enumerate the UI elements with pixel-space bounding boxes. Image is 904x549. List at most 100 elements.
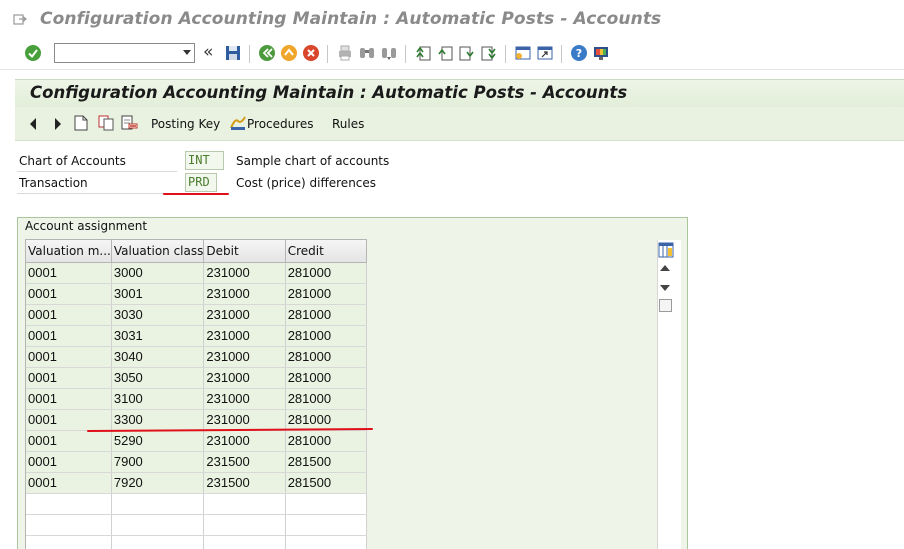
- layout-icon[interactable]: [592, 44, 610, 62]
- column-header-valuation-class[interactable]: Valuation class: [111, 240, 205, 263]
- debit-cell[interactable]: 231000: [203, 304, 286, 326]
- empty-table-row[interactable]: [26, 535, 367, 549]
- valuation-class-cell[interactable]: 3050: [111, 367, 205, 389]
- scroll-up-icon[interactable]: [660, 265, 670, 271]
- valuation-class-cell[interactable]: 3040: [111, 346, 205, 368]
- chevron-down-icon[interactable]: [183, 50, 191, 55]
- valuation-class-cell[interactable]: 3030: [111, 304, 205, 326]
- table-row[interactable]: 0001 3050 231000 281000: [26, 367, 367, 389]
- valuation-class-cell[interactable]: 3300: [111, 409, 205, 431]
- previous-page-icon[interactable]: [436, 44, 454, 62]
- credit-cell[interactable]: 281000: [285, 325, 367, 347]
- debit-cell[interactable]: 231000: [203, 325, 286, 347]
- table-row[interactable]: 0001 3001 231000 281000: [26, 283, 367, 305]
- posting-key-button[interactable]: Posting Key: [151, 117, 220, 131]
- valuation-class-cell[interactable]: 3000: [111, 262, 205, 284]
- empty-cell[interactable]: [285, 493, 367, 515]
- create-session-icon[interactable]: [514, 44, 532, 62]
- empty-table-row[interactable]: [26, 493, 367, 515]
- debit-cell[interactable]: 231000: [203, 409, 286, 431]
- valuation-modifier-cell[interactable]: 0001: [26, 262, 112, 284]
- debit-cell[interactable]: 231000: [203, 262, 286, 284]
- command-field[interactable]: [54, 43, 195, 63]
- valuation-modifier-cell[interactable]: 0001: [26, 388, 112, 410]
- scroll-thumb[interactable]: [659, 299, 672, 312]
- credit-cell[interactable]: 281000: [285, 388, 367, 410]
- shortcut-icon[interactable]: [536, 44, 554, 62]
- last-page-icon[interactable]: [480, 44, 498, 62]
- rules-button[interactable]: Rules: [332, 117, 364, 131]
- credit-cell[interactable]: 281000: [285, 283, 367, 305]
- print-icon[interactable]: [336, 44, 354, 62]
- new-document-icon[interactable]: [74, 115, 88, 131]
- find-icon[interactable]: [358, 44, 376, 62]
- exit-icon[interactable]: [280, 44, 298, 62]
- empty-cell[interactable]: [203, 535, 286, 549]
- valuation-class-cell[interactable]: 3031: [111, 325, 205, 347]
- valuation-class-cell[interactable]: 7900: [111, 451, 205, 473]
- table-row[interactable]: 0001 3100 231000 281000: [26, 388, 367, 410]
- help-icon[interactable]: ?: [570, 44, 588, 62]
- empty-cell[interactable]: [26, 493, 112, 515]
- table-row[interactable]: 0001 3030 231000 281000: [26, 304, 367, 326]
- transaction-field[interactable]: PRD: [185, 173, 217, 192]
- debit-cell[interactable]: 231000: [203, 367, 286, 389]
- valuation-modifier-cell[interactable]: 0001: [26, 409, 112, 431]
- valuation-modifier-cell[interactable]: 0001: [26, 451, 112, 473]
- copy-icon[interactable]: [98, 115, 114, 131]
- debit-cell[interactable]: 231000: [203, 283, 286, 305]
- empty-cell[interactable]: [111, 493, 205, 515]
- valuation-modifier-cell[interactable]: 0001: [26, 325, 112, 347]
- valuation-class-cell[interactable]: 3100: [111, 388, 205, 410]
- procedures-button[interactable]: Procedures: [247, 117, 314, 131]
- double-chevron-left-icon[interactable]: «: [203, 42, 213, 62]
- empty-cell[interactable]: [203, 514, 286, 536]
- table-row[interactable]: 0001 3300 231000 281000: [26, 409, 367, 431]
- valuation-class-cell[interactable]: 3001: [111, 283, 205, 305]
- table-row[interactable]: 0001 5290 231000 281000: [26, 430, 367, 452]
- table-row[interactable]: 0001 7920 231500 281500: [26, 472, 367, 494]
- chart-of-accounts-field[interactable]: INT: [185, 151, 224, 170]
- table-row[interactable]: 0001 3031 231000 281000: [26, 325, 367, 347]
- find-next-icon[interactable]: [380, 44, 398, 62]
- empty-cell[interactable]: [203, 493, 286, 515]
- debit-cell[interactable]: 231500: [203, 472, 286, 494]
- credit-cell[interactable]: 281500: [285, 472, 367, 494]
- previous-entry-icon[interactable]: [29, 118, 37, 130]
- procedures-icon[interactable]: [230, 115, 246, 131]
- scroll-down-icon[interactable]: [660, 285, 670, 291]
- credit-cell[interactable]: 281000: [285, 346, 367, 368]
- valuation-class-cell[interactable]: 5290: [111, 430, 205, 452]
- valuation-modifier-cell[interactable]: 0001: [26, 283, 112, 305]
- back-icon[interactable]: [258, 44, 276, 62]
- empty-cell[interactable]: [285, 535, 367, 549]
- next-page-icon[interactable]: [458, 44, 476, 62]
- enter-icon[interactable]: [24, 44, 42, 62]
- credit-cell[interactable]: 281000: [285, 262, 367, 284]
- credit-cell[interactable]: 281000: [285, 430, 367, 452]
- debit-cell[interactable]: 231000: [203, 388, 286, 410]
- column-header-valuation-modifier[interactable]: Valuation m...: [26, 240, 112, 263]
- credit-cell[interactable]: 281000: [285, 409, 367, 431]
- credit-cell[interactable]: 281500: [285, 451, 367, 473]
- column-header-credit[interactable]: Credit: [285, 240, 367, 263]
- credit-cell[interactable]: 281000: [285, 367, 367, 389]
- valuation-modifier-cell[interactable]: 0001: [26, 472, 112, 494]
- cancel-icon[interactable]: [302, 44, 320, 62]
- debit-cell[interactable]: 231000: [203, 430, 286, 452]
- empty-cell[interactable]: [111, 535, 205, 549]
- table-row[interactable]: 0001 3040 231000 281000: [26, 346, 367, 368]
- save-icon[interactable]: [224, 44, 242, 62]
- empty-cell[interactable]: [285, 514, 367, 536]
- valuation-modifier-cell[interactable]: 0001: [26, 304, 112, 326]
- first-page-icon[interactable]: [414, 44, 432, 62]
- credit-cell[interactable]: 281000: [285, 304, 367, 326]
- table-row[interactable]: 0001 7900 231500 281500: [26, 451, 367, 473]
- empty-cell[interactable]: [26, 535, 112, 549]
- empty-cell[interactable]: [111, 514, 205, 536]
- valuation-class-cell[interactable]: 7920: [111, 472, 205, 494]
- debit-cell[interactable]: 231000: [203, 346, 286, 368]
- empty-table-row[interactable]: [26, 514, 367, 536]
- table-settings-icon[interactable]: [658, 242, 674, 258]
- valuation-modifier-cell[interactable]: 0001: [26, 346, 112, 368]
